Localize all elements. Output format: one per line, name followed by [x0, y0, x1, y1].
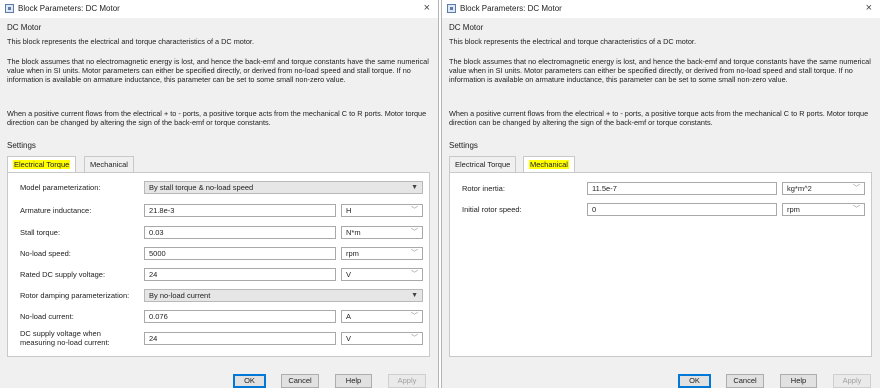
tab-electrical-torque[interactable]: Electrical Torque	[449, 156, 517, 172]
chevron-down-icon: ﹀	[411, 271, 418, 278]
chevron-down-icon: ▼	[411, 292, 418, 299]
settings-label: Settings	[449, 141, 478, 150]
no-load-current-unit-select[interactable]: A ﹀	[341, 310, 423, 323]
unit-value: V	[346, 270, 352, 279]
title-bar: Block Parameters: DC Motor ×	[0, 0, 438, 18]
no-load-current-label: No-load current:	[20, 312, 74, 321]
unit-value: rpm	[787, 205, 800, 214]
window-icon	[5, 4, 14, 13]
no-load-speed-label: No-load speed:	[20, 249, 71, 258]
window-title: Block Parameters: DC Motor	[18, 4, 120, 13]
description-paragraph-3: When a positive current flows from the e…	[449, 109, 869, 127]
no-load-speed-unit-select[interactable]: rpm ﹀	[341, 247, 423, 260]
settings-label: Settings	[7, 141, 36, 150]
stall-torque-label: Stall torque:	[20, 228, 61, 237]
block-parameters-dialog-right: Block Parameters: DC Motor × DC Motor Th…	[441, 0, 880, 388]
settings-panel: Rotor inertia: 11.5e-7 kg*m^2 ﹀ Initial …	[449, 172, 872, 357]
no-load-speed-input[interactable]: 5000	[144, 247, 336, 260]
rotor-damping-parameterization-select[interactable]: By no-load current ▼	[144, 289, 423, 302]
initial-rotor-speed-label: Initial rotor speed:	[462, 205, 522, 214]
title-bar: Block Parameters: DC Motor ×	[442, 0, 880, 18]
chevron-down-icon: ﹀	[411, 250, 418, 257]
select-value: By stall torque & no-load speed	[149, 183, 254, 192]
tab-mechanical[interactable]: Mechanical	[523, 156, 575, 173]
rotor-inertia-input[interactable]: 11.5e-7	[587, 182, 777, 195]
block-name: DC Motor	[7, 23, 42, 32]
select-value: By no-load current	[149, 291, 211, 300]
apply-button[interactable]: Apply	[833, 374, 871, 388]
unit-value: H	[346, 206, 352, 215]
rated-dc-supply-voltage-input[interactable]: 24	[144, 268, 336, 281]
dc-supply-voltage-no-load-unit-select[interactable]: V ﹀	[341, 332, 423, 345]
description-paragraph-2: The block assumes that no electromagneti…	[449, 57, 871, 84]
stall-torque-input[interactable]: 0.03	[144, 226, 336, 239]
chevron-down-icon: ﹀	[853, 206, 860, 213]
close-button[interactable]: ×	[424, 2, 430, 14]
unit-value: kg*m^2	[787, 184, 812, 193]
armature-inductance-input[interactable]: 21.8e-3	[144, 204, 336, 217]
help-button[interactable]: Help	[335, 374, 372, 388]
block-parameters-dialog-left: Block Parameters: DC Motor × DC Motor Th…	[0, 0, 439, 388]
description-paragraph-3: When a positive current flows from the e…	[7, 109, 427, 127]
tab-label: Mechanical	[90, 160, 128, 169]
unit-value: rpm	[346, 249, 359, 258]
apply-button[interactable]: Apply	[388, 374, 426, 388]
model-parameterization-label: Model parameterization:	[20, 183, 101, 192]
chevron-down-icon: ﹀	[411, 207, 418, 214]
description-paragraph-2: The block assumes that no electromagneti…	[7, 57, 429, 84]
chevron-down-icon: ﹀	[411, 229, 418, 236]
unit-value: N*m	[346, 228, 361, 237]
rotor-inertia-unit-select[interactable]: kg*m^2 ﹀	[782, 182, 865, 195]
initial-rotor-speed-input[interactable]: 0	[587, 203, 777, 216]
armature-inductance-label: Armature inductance:	[20, 206, 92, 215]
rated-dc-supply-voltage-unit-select[interactable]: V ﹀	[341, 268, 423, 281]
tab-label: Mechanical	[529, 160, 569, 169]
cancel-button[interactable]: Cancel	[281, 374, 319, 388]
chevron-down-icon: ▼	[411, 184, 418, 191]
ok-button[interactable]: OK	[678, 374, 711, 388]
armature-inductance-unit-select[interactable]: H ﹀	[341, 204, 423, 217]
description-paragraph-1: This block represents the electrical and…	[7, 37, 254, 46]
description-paragraph-1: This block represents the electrical and…	[449, 37, 696, 46]
rotor-damping-parameterization-label: Rotor damping parameterization:	[20, 291, 130, 300]
stall-torque-unit-select[interactable]: N*m ﹀	[341, 226, 423, 239]
cancel-button[interactable]: Cancel	[726, 374, 764, 388]
initial-rotor-speed-unit-select[interactable]: rpm ﹀	[782, 203, 865, 216]
model-parameterization-select[interactable]: By stall torque & no-load speed ▼	[144, 181, 423, 194]
tab-label: Electrical Torque	[13, 160, 71, 169]
chevron-down-icon: ﹀	[853, 185, 860, 192]
window-icon	[447, 4, 456, 13]
close-button[interactable]: ×	[866, 2, 872, 14]
dc-supply-voltage-no-load-label: DC supply voltage when measuring no-load…	[20, 329, 110, 347]
rotor-inertia-label: Rotor inertia:	[462, 184, 505, 193]
no-load-current-input[interactable]: 0.076	[144, 310, 336, 323]
ok-button[interactable]: OK	[233, 374, 266, 388]
chevron-down-icon: ﹀	[411, 313, 418, 320]
block-name: DC Motor	[449, 23, 484, 32]
label-line-2: measuring no-load current:	[20, 337, 110, 347]
settings-panel: Model parameterization: By stall torque …	[7, 172, 430, 357]
tab-mechanical[interactable]: Mechanical	[84, 156, 134, 172]
rated-dc-supply-voltage-label: Rated DC supply voltage:	[20, 270, 106, 279]
unit-value: V	[346, 334, 352, 343]
tab-electrical-torque[interactable]: Electrical Torque	[7, 156, 77, 173]
unit-value: A	[346, 312, 352, 321]
tab-label: Electrical Torque	[455, 160, 511, 169]
chevron-down-icon: ﹀	[411, 335, 418, 342]
window-title: Block Parameters: DC Motor	[460, 4, 562, 13]
help-button[interactable]: Help	[780, 374, 817, 388]
dc-supply-voltage-no-load-input[interactable]: 24	[144, 332, 336, 345]
